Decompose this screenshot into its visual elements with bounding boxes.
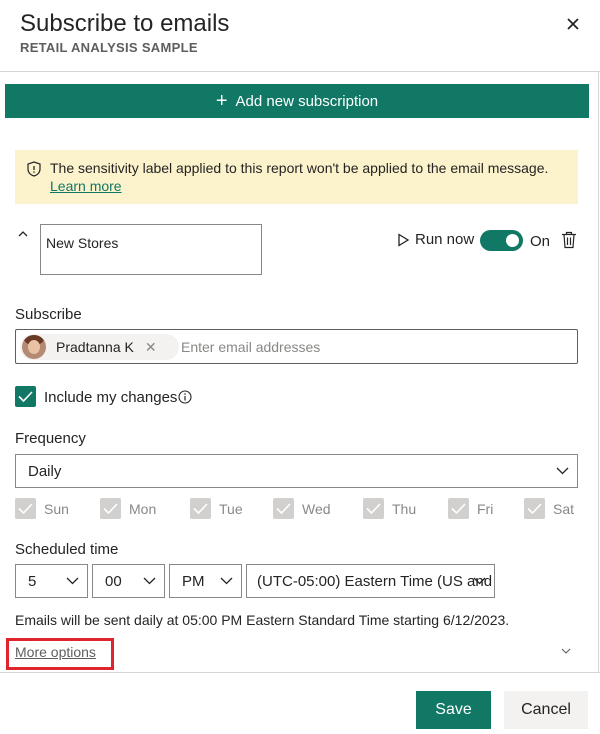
day-checkbox-sun[interactable]: Sun xyxy=(15,498,69,519)
email-recipients-field[interactable]: Pradtanna K ✕ xyxy=(15,329,578,364)
ampm-dropdown[interactable]: PM xyxy=(169,564,242,598)
close-icon[interactable] xyxy=(563,14,583,34)
recipient-chip[interactable]: Pradtanna K ✕ xyxy=(20,334,179,360)
scheduled-time-label: Scheduled time xyxy=(15,541,119,558)
info-icon[interactable] xyxy=(178,390,192,404)
include-changes-checkbox[interactable] xyxy=(15,386,36,407)
dialog-header: Subscribe to emails RETAIL ANALYSIS SAMP… xyxy=(0,0,600,72)
day-checkbox-thu[interactable]: Thu xyxy=(363,498,416,519)
include-changes-label: Include my changes xyxy=(44,389,178,406)
day-label: Sun xyxy=(44,500,69,517)
day-label: Wed xyxy=(302,500,331,517)
play-icon xyxy=(398,232,410,247)
checkmark-icon xyxy=(451,503,466,515)
more-options-link[interactable]: More options xyxy=(15,644,96,660)
minute-value: 00 xyxy=(105,573,122,590)
remove-recipient-icon[interactable]: ✕ xyxy=(145,339,157,356)
email-input[interactable] xyxy=(181,336,561,358)
collapse-chevron-icon[interactable] xyxy=(17,229,29,239)
subscription-name-input[interactable]: New Stores xyxy=(40,224,262,275)
chevron-down-icon xyxy=(473,577,486,585)
checkmark-icon xyxy=(366,503,381,515)
toggle-knob xyxy=(506,234,519,247)
toggle-label: On xyxy=(530,233,551,250)
chevron-down-icon xyxy=(66,577,79,585)
checkmark-icon xyxy=(103,503,118,515)
day-checkbox-mon[interactable]: Mon xyxy=(100,498,156,519)
day-label: Sat xyxy=(553,500,575,517)
save-button[interactable]: Save xyxy=(416,691,491,729)
frequency-dropdown[interactable]: Daily xyxy=(15,454,578,488)
dialog-subtitle: RETAIL ANALYSIS SAMPLE xyxy=(20,40,198,55)
add-subscription-button[interactable]: + Add new subscription xyxy=(5,84,589,118)
sensitivity-banner: The sensitivity label applied to this re… xyxy=(15,150,578,204)
banner-message: The sensitivity label applied to this re… xyxy=(50,160,549,176)
learn-more-link[interactable]: Learn more xyxy=(50,178,122,194)
subscription-toggle[interactable] xyxy=(480,230,523,251)
checkmark-icon xyxy=(527,503,542,515)
day-label: Tue xyxy=(219,500,243,517)
add-subscription-label: Add new subscription xyxy=(235,92,379,110)
day-checkbox-tue[interactable]: Tue xyxy=(190,498,243,519)
run-now-label: Run now xyxy=(415,231,475,248)
cancel-button[interactable]: Cancel xyxy=(504,691,588,729)
ampm-value: PM xyxy=(182,573,205,590)
footer-divider xyxy=(0,672,600,673)
avatar xyxy=(22,335,46,359)
checkmark-icon xyxy=(18,503,33,515)
chevron-down-icon xyxy=(220,577,233,585)
shield-icon xyxy=(27,161,41,177)
checkmark-icon xyxy=(18,391,33,403)
frequency-value: Daily xyxy=(28,463,62,480)
hour-dropdown[interactable]: 5 xyxy=(15,564,88,598)
checkmark-icon xyxy=(276,503,291,515)
day-checkbox-fri[interactable]: Fri xyxy=(448,498,493,519)
panel-divider xyxy=(598,72,599,672)
schedule-summary: Emails will be sent daily at 05:00 PM Ea… xyxy=(15,612,510,628)
day-label: Mon xyxy=(129,500,157,517)
recipient-name: Pradtanna K xyxy=(56,339,134,355)
timezone-dropdown[interactable]: (UTC-05:00) Eastern Time (US and xyxy=(246,564,495,598)
trash-icon[interactable] xyxy=(561,231,577,249)
day-label: Thu xyxy=(392,500,417,517)
minute-dropdown[interactable]: 00 xyxy=(92,564,165,598)
subscribe-label: Subscribe xyxy=(15,306,82,323)
frequency-label: Frequency xyxy=(15,430,86,447)
chevron-down-icon[interactable] xyxy=(561,648,571,654)
day-label: Fri xyxy=(477,500,494,517)
checkmark-icon xyxy=(193,503,208,515)
run-now-button[interactable]: Run now xyxy=(397,231,474,248)
day-checkbox-sat[interactable]: Sat xyxy=(524,498,574,519)
day-checkbox-wed[interactable]: Wed xyxy=(273,498,331,519)
timezone-value: (UTC-05:00) Eastern Time (US and xyxy=(257,573,493,590)
dialog-title: Subscribe to emails xyxy=(20,10,230,37)
chevron-down-icon xyxy=(556,467,569,475)
plus-icon: + xyxy=(215,90,228,112)
chevron-down-icon xyxy=(143,577,156,585)
hour-value: 5 xyxy=(28,573,37,590)
